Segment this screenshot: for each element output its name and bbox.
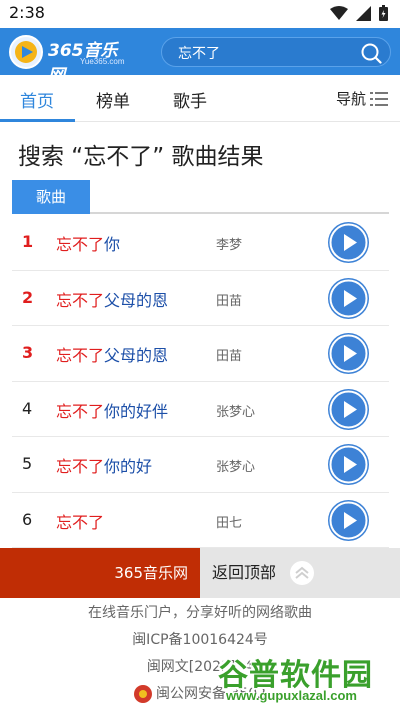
play-icon: [329, 445, 368, 484]
song-rank: 1: [22, 232, 34, 251]
back-to-top-label: 返回顶部: [212, 563, 277, 582]
nav-guide-button[interactable]: 导航: [336, 88, 388, 109]
status-bar: 2:38: [0, 0, 400, 28]
battery-icon: [379, 5, 388, 21]
song-title-link[interactable]: 忘不了: [56, 509, 104, 533]
signal-icon: [356, 5, 371, 21]
play-button[interactable]: [328, 277, 369, 319]
status-time: 2:38: [9, 3, 45, 22]
site-logo[interactable]: 365音乐网 Yue365.com: [8, 33, 133, 86]
play-button[interactable]: [328, 333, 369, 374]
wifi-icon: [330, 5, 348, 20]
song-title-rest: 父母的恩: [104, 346, 169, 365]
song-row[interactable]: 4 忘不了你的好伴 张梦心: [12, 382, 389, 437]
logo-disc-icon: [9, 35, 43, 69]
song-title-highlight: 忘不了: [56, 457, 105, 476]
song-singer[interactable]: 田苗: [216, 290, 242, 309]
song-singer[interactable]: 张梦心: [216, 401, 255, 420]
song-rank: 4: [22, 398, 33, 418]
song-row[interactable]: 2 忘不了父母的恩 田苗: [12, 271, 389, 326]
watermark: 谷普软件园 www.gupuxlazal.com: [218, 650, 398, 710]
song-row[interactable]: 1 忘不了你 李梦: [12, 215, 389, 271]
search-input[interactable]: 忘不了: [161, 37, 391, 67]
song-rank: 5: [22, 454, 33, 473]
song-title-link[interactable]: 忘不了父母的恩: [56, 342, 168, 366]
song-rank: 6: [22, 509, 33, 529]
nav-charts[interactable]: 榜单: [96, 87, 130, 112]
play-button[interactable]: [328, 499, 369, 541]
song-singer[interactable]: 张梦心: [216, 456, 255, 475]
song-title-link[interactable]: 忘不了你: [56, 231, 120, 255]
status-icons: [330, 5, 388, 21]
nav-guide-label: 导航: [335, 90, 366, 108]
arrow-up-circle-icon[interactable]: [289, 560, 315, 586]
song-title-rest: 你的好: [104, 457, 153, 476]
song-list: 1 忘不了你 李梦 2 忘不了父母的恩 田苗 3 忘不了父母的恩 田苗 4 忘不…: [12, 215, 389, 548]
search-input-value: 忘不了: [178, 46, 220, 62]
song-title-highlight: 忘不了: [56, 346, 105, 365]
song-title-rest: 你: [104, 235, 121, 254]
song-singer[interactable]: 田苗: [216, 345, 242, 364]
menu-list-icon: [370, 91, 388, 106]
song-singer[interactable]: 李梦: [216, 234, 242, 253]
song-title-link[interactable]: 忘不了你的好: [56, 453, 152, 477]
song-row[interactable]: 6 忘不了 田七: [12, 493, 389, 548]
results-title: 搜索 “忘不了” 歌曲结果: [18, 144, 264, 170]
footer-slogan: 在线音乐门户，分享好听的网络歌曲: [88, 605, 312, 621]
watermark-url: www.gupuxlazal.com: [226, 688, 357, 703]
logo-subtext: Yue365.com: [80, 57, 125, 66]
footer-home-link[interactable]: 365音乐网: [0, 548, 200, 598]
song-title-rest: 你的好伴: [104, 401, 169, 421]
search-icon[interactable]: [360, 42, 382, 64]
footer-bar: 365音乐网 返回顶部: [0, 548, 400, 598]
song-row[interactable]: 5 忘不了你的好 张梦心: [12, 437, 389, 493]
play-icon: [329, 223, 368, 262]
tab-songs[interactable]: 歌曲: [12, 180, 90, 214]
play-icon: [329, 501, 368, 539]
nav-active-indicator: [0, 119, 75, 122]
song-title-rest: 父母的恩: [104, 290, 169, 310]
song-title-highlight: 忘不了: [56, 512, 105, 532]
song-title-link[interactable]: 忘不了父母的恩: [56, 287, 168, 311]
song-rank: 3: [22, 343, 34, 362]
play-button[interactable]: [328, 388, 369, 430]
song-rank: 2: [22, 287, 34, 307]
nav-home[interactable]: 首页: [20, 87, 54, 112]
play-icon: [329, 279, 368, 317]
song-title-link[interactable]: 忘不了你的好伴: [56, 398, 168, 422]
police-badge-icon: [133, 685, 152, 703]
play-icon: [329, 390, 368, 428]
results-tab-bar: 歌曲: [12, 180, 389, 214]
play-button[interactable]: [328, 222, 369, 263]
play-icon: [329, 334, 368, 373]
song-singer[interactable]: 田七: [216, 512, 242, 531]
play-button[interactable]: [328, 444, 369, 485]
song-title-highlight: 忘不了: [56, 290, 105, 310]
header: 365音乐网 Yue365.com 忘不了: [0, 28, 400, 86]
main-nav: 首页 榜单 歌手 导航: [0, 75, 400, 122]
song-title-highlight: 忘不了: [56, 401, 105, 421]
song-title-highlight: 忘不了: [56, 235, 105, 254]
nav-singers[interactable]: 歌手: [173, 87, 207, 112]
song-row[interactable]: 3 忘不了父母的恩 田苗: [12, 326, 389, 382]
